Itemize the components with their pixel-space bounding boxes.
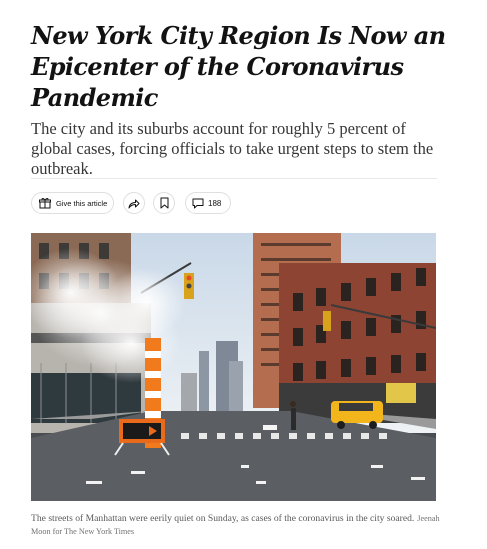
photo-caption: The streets of Manhattan were eerily qui… <box>31 512 441 538</box>
share-icon <box>128 198 140 209</box>
comment-icon <box>192 198 204 209</box>
headline: New York City Region Is Now an Epicenter… <box>31 21 446 112</box>
caption-text: The streets of Manhattan were eerily qui… <box>31 513 415 524</box>
lead-photo <box>31 233 436 501</box>
gift-article-button[interactable]: Give this article <box>31 192 114 214</box>
divider <box>31 178 437 179</box>
share-button[interactable] <box>123 192 145 214</box>
save-button[interactable] <box>153 192 175 214</box>
comments-button[interactable]: 188 <box>185 192 231 214</box>
gift-article-label: Give this article <box>56 198 108 208</box>
comment-count: 188 <box>208 198 222 208</box>
gift-icon <box>39 197 51 209</box>
bookmark-icon <box>160 197 169 209</box>
article-summary: The city and its suburbs account for rou… <box>31 119 434 178</box>
